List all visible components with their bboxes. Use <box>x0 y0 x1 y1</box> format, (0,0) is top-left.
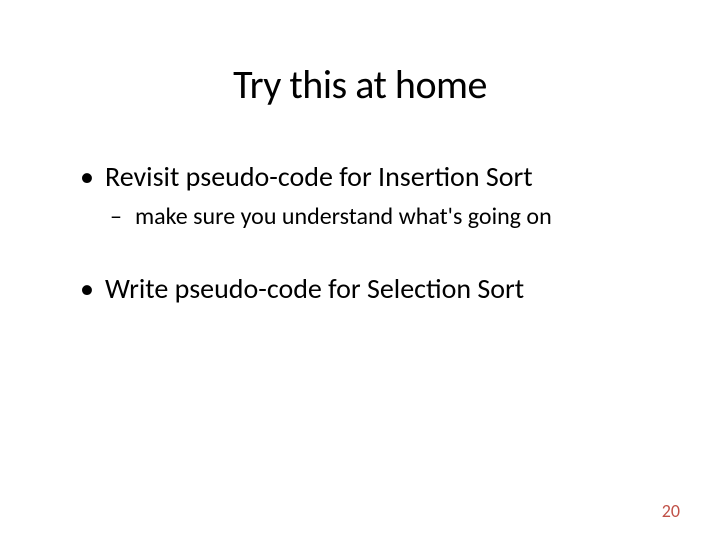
bullet-sub-item: make sure you understand what's going on <box>80 202 670 231</box>
slide-content: Revisit pseudo-code for Insertion Sort m… <box>50 159 670 306</box>
slide-title: Try this at home <box>50 60 670 109</box>
bullet-item: Write pseudo-code for Selection Sort <box>80 271 670 306</box>
slide-container: Try this at home Revisit pseudo-code for… <box>0 0 720 540</box>
page-number: 20 <box>662 500 680 522</box>
bullet-item: Revisit pseudo-code for Insertion Sort <box>80 159 670 194</box>
